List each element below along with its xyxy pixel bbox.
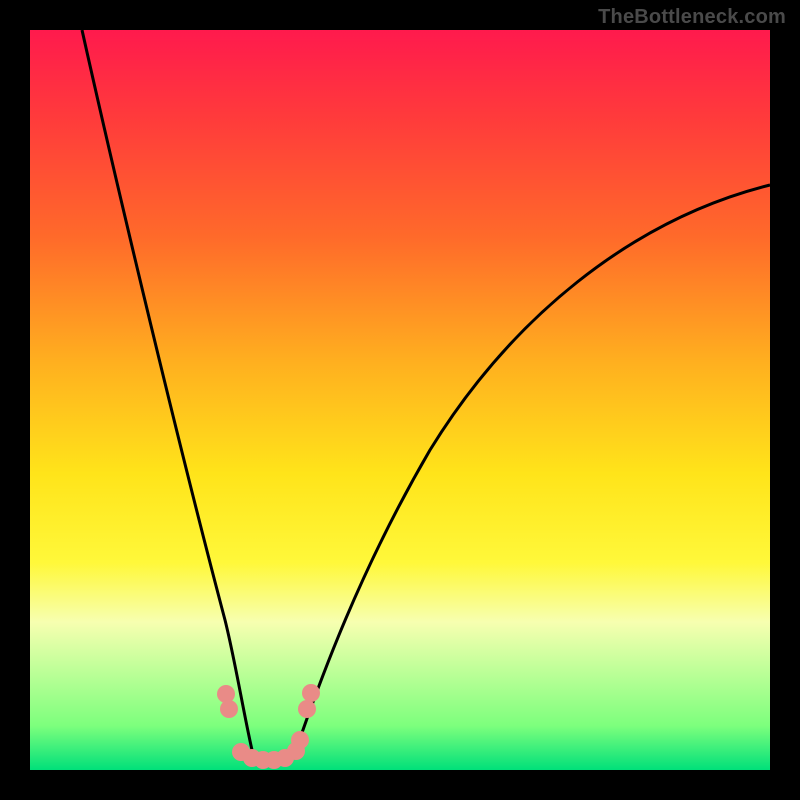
marker-dot bbox=[217, 685, 235, 703]
left-curve bbox=[82, 30, 252, 750]
marker-dot bbox=[302, 684, 320, 702]
marker-dot bbox=[298, 700, 316, 718]
plot-area bbox=[30, 30, 770, 770]
chart-frame: TheBottleneck.com bbox=[0, 0, 800, 800]
marker-dot bbox=[291, 731, 309, 749]
marker-dot bbox=[220, 700, 238, 718]
right-curve bbox=[296, 185, 770, 750]
watermark-text: TheBottleneck.com bbox=[598, 6, 786, 29]
curve-layer bbox=[30, 30, 770, 770]
